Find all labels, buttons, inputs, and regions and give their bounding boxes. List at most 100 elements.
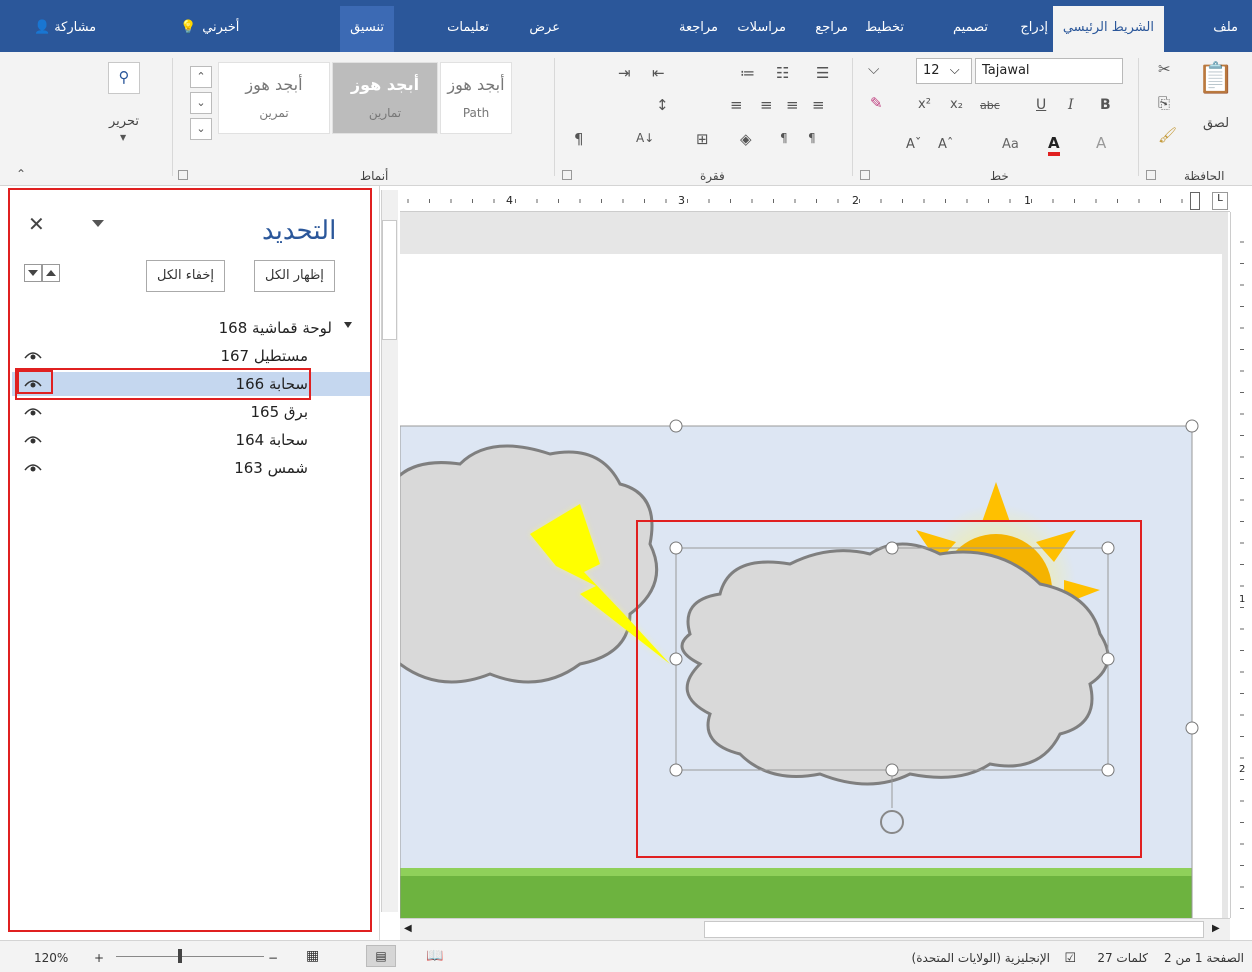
- tab-view[interactable]: عرض: [529, 20, 560, 35]
- grow-font-icon[interactable]: Aˆ: [938, 138, 953, 151]
- scroll-thumb[interactable]: [704, 921, 1204, 938]
- cut-icon[interactable]: ✂: [1158, 62, 1171, 77]
- tab-layout[interactable]: تخطيط: [865, 20, 904, 35]
- ltr-direction-icon[interactable]: ¶: [808, 132, 816, 144]
- clear-formatting-icon[interactable]: ✎: [870, 96, 883, 111]
- collapse-ribbon-icon[interactable]: ⌃: [16, 168, 26, 180]
- borders-icon[interactable]: ⊞: [696, 132, 709, 147]
- italic-icon[interactable]: I: [1068, 98, 1074, 112]
- tell-me-search[interactable]: 💡 أخبرني: [180, 20, 239, 35]
- print-layout-icon[interactable]: ▤: [366, 945, 396, 967]
- underline-icon[interactable]: U: [1036, 98, 1046, 112]
- zoom-level[interactable]: 120%: [34, 951, 68, 965]
- chevron-down-icon: ⌵: [949, 63, 960, 78]
- numbering-icon[interactable]: ☷: [776, 66, 789, 81]
- tell-me-label: أخبرني: [202, 20, 240, 35]
- scroll-thumb[interactable]: [382, 220, 397, 340]
- chevron-down-icon: ▼: [120, 133, 127, 142]
- canvas-handle[interactable]: [669, 419, 683, 433]
- tab-design[interactable]: تصميم: [953, 20, 988, 35]
- ribbon-tabs: ملف الشريط الرئيسي إدراج تصميم تخطيط مرا…: [0, 0, 1252, 52]
- superscript-icon[interactable]: x²: [918, 98, 931, 111]
- tab-home[interactable]: الشريط الرئيسي: [1052, 6, 1164, 52]
- indent-marker[interactable]: [1190, 192, 1200, 210]
- styles-scroll-up[interactable]: ⌃: [190, 66, 212, 88]
- show-marks-icon[interactable]: ¶: [574, 132, 584, 147]
- canvas-handle[interactable]: [1185, 419, 1199, 433]
- pane-scrollbar[interactable]: [381, 190, 398, 912]
- font-size-dropdown[interactable]: 12 ⌵: [916, 58, 972, 84]
- horizontal-scrollbar[interactable]: ◀ ▶: [400, 918, 1230, 940]
- styles-scroll-down[interactable]: ⌄: [190, 92, 212, 114]
- shrink-font-icon[interactable]: Aˇ: [906, 138, 921, 151]
- multilevel-list-icon[interactable]: ☰: [816, 66, 829, 81]
- vertical-ruler[interactable]: 1 2: [1230, 212, 1252, 918]
- text-effects-icon[interactable]: A: [1096, 136, 1106, 151]
- style-name: تمارين: [368, 106, 402, 120]
- tab-insert[interactable]: إدراج: [1020, 20, 1048, 35]
- zoom-slider[interactable]: [116, 956, 264, 957]
- read-mode-icon[interactable]: 📖: [426, 948, 443, 964]
- web-layout-icon[interactable]: ▦: [306, 948, 319, 964]
- language-indicator[interactable]: الإنجليزية (الولايات المتحدة): [912, 951, 1050, 965]
- zoom-in-icon[interactable]: +: [94, 951, 104, 965]
- tab-format[interactable]: تنسيق: [340, 6, 394, 52]
- zoom-out-icon[interactable]: −: [268, 951, 278, 965]
- bullets-icon[interactable]: ≔: [740, 66, 755, 81]
- style-exercises[interactable]: أبجد هوز تمارين: [332, 62, 438, 134]
- align-left-icon[interactable]: ≡: [812, 98, 825, 113]
- tab-mailings[interactable]: مراسلات: [737, 20, 786, 35]
- sort-icon[interactable]: A↓: [636, 132, 654, 144]
- proofing-icon[interactable]: ☑: [1064, 951, 1076, 966]
- zoom-slider-thumb[interactable]: [178, 949, 182, 963]
- tab-stop-selector[interactable]: L: [1212, 192, 1228, 210]
- pane-highlight: [8, 188, 372, 932]
- styles-launcher[interactable]: [178, 170, 188, 180]
- style-name: Path: [462, 106, 490, 120]
- editing-button[interactable]: تحرير: [104, 114, 144, 129]
- decrease-indent-icon[interactable]: ⇤: [652, 66, 665, 81]
- share-button[interactable]: 👤 مشاركة: [34, 20, 96, 35]
- font-color-icon[interactable]: A: [1048, 136, 1060, 156]
- strikethrough-icon[interactable]: abc: [980, 100, 1000, 111]
- format-painter-icon[interactable]: 🖌: [1158, 128, 1177, 143]
- canvas-handle[interactable]: [1185, 721, 1199, 735]
- paste-icon[interactable]: 📋: [1196, 64, 1236, 108]
- style-exercise[interactable]: أبجد هوز تمرين: [218, 62, 330, 134]
- font-size-value: 12: [923, 63, 940, 78]
- scroll-left-icon[interactable]: ◀: [404, 923, 412, 934]
- tab-file[interactable]: ملف: [1213, 20, 1238, 35]
- justify-icon[interactable]: ≡: [730, 98, 743, 113]
- lightbulb-icon: 💡: [180, 20, 197, 35]
- tab-help[interactable]: تعليمات: [447, 20, 489, 35]
- align-center-icon[interactable]: ≡: [786, 98, 799, 113]
- paragraph-launcher[interactable]: [562, 170, 572, 180]
- vruler-ticks: [1240, 241, 1244, 909]
- cloud-164[interactable]: [400, 444, 659, 684]
- align-right-icon[interactable]: ≡: [760, 98, 773, 113]
- font-name-dropdown[interactable]: Tajawal: [975, 58, 1123, 84]
- rtl-direction-icon[interactable]: ¶: [780, 132, 788, 144]
- tab-references[interactable]: مراجع: [815, 20, 848, 35]
- increase-indent-icon[interactable]: ⇥: [618, 66, 631, 81]
- word-count[interactable]: 27 كلمات: [1097, 951, 1148, 965]
- change-case-button[interactable]: Aa: [1002, 138, 1019, 151]
- clipboard-launcher[interactable]: [1146, 170, 1156, 180]
- horizontal-ruler[interactable]: 4 3 2 1 L: [400, 190, 1230, 212]
- shading-icon[interactable]: ◈: [740, 132, 752, 147]
- line-spacing-icon[interactable]: ↕: [656, 98, 669, 113]
- subscript-icon[interactable]: x₂: [950, 98, 963, 111]
- styles-expand[interactable]: ⌄: [190, 118, 212, 140]
- bold-icon[interactable]: B: [1100, 98, 1111, 112]
- font-launcher[interactable]: [860, 170, 870, 180]
- style-path[interactable]: أبجد هوز Path: [440, 62, 512, 134]
- paste-button[interactable]: لصق: [1198, 116, 1234, 131]
- page-count[interactable]: الصفحة 1 من 2: [1164, 951, 1244, 965]
- copy-icon[interactable]: ⎘: [1158, 96, 1170, 111]
- find-icon[interactable]: ⚲: [108, 62, 140, 94]
- chevron-down-icon[interactable]: ⌵: [868, 62, 879, 77]
- scroll-right-icon[interactable]: ▶: [1212, 923, 1220, 934]
- styles-group-label: أنماط: [360, 169, 389, 183]
- clipboard-group-label: الحافظة: [1184, 169, 1225, 183]
- tab-review[interactable]: مراجعة: [679, 20, 718, 35]
